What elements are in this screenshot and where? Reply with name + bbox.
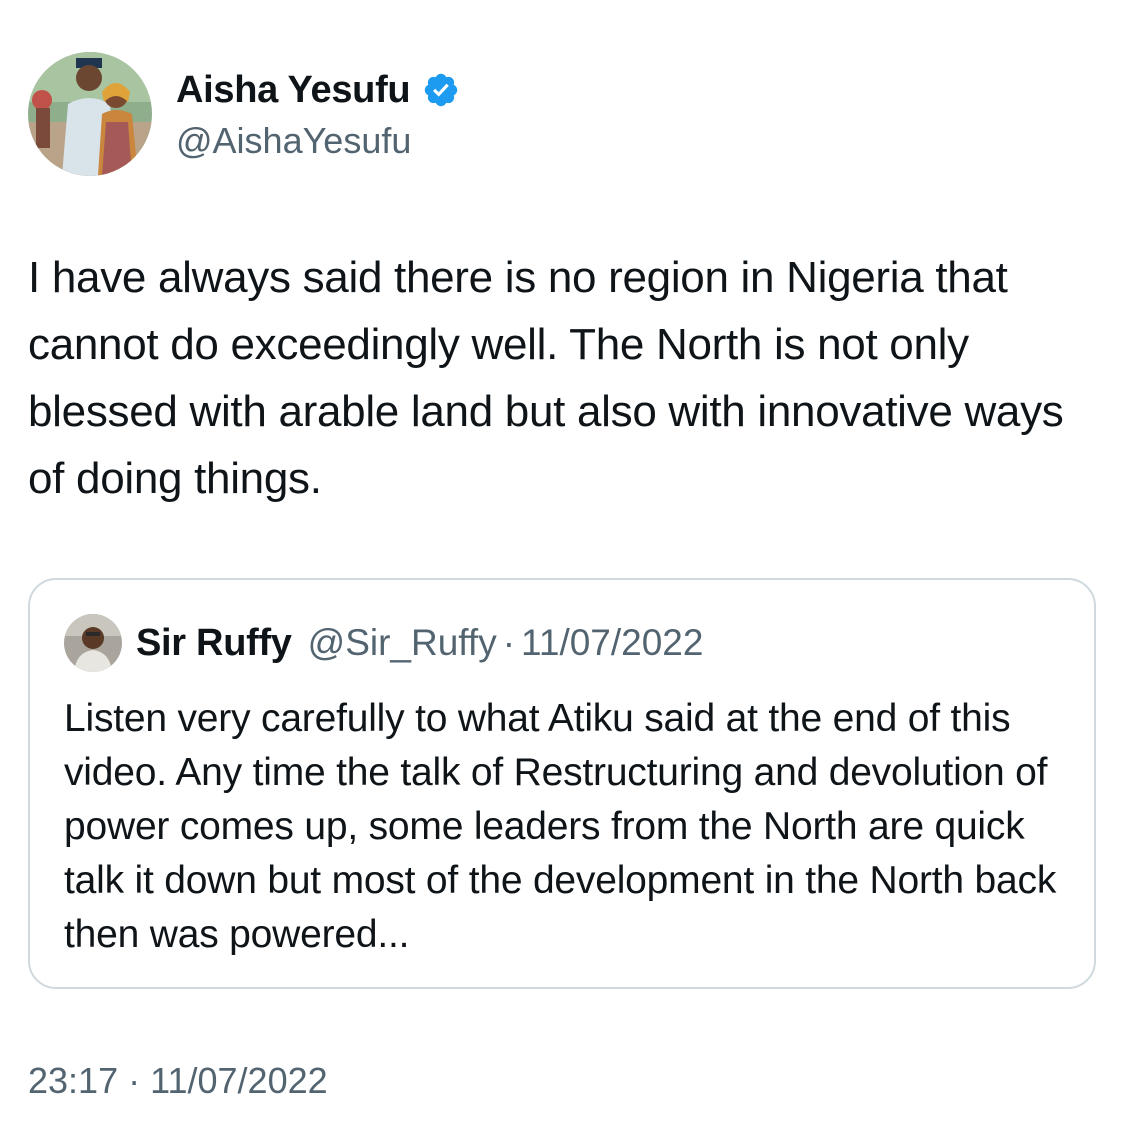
quoted-tweet-text: Listen very carefully to what Atiku said… bbox=[64, 697, 1057, 956]
author-display-name[interactable]: Aisha Yesufu bbox=[176, 69, 411, 112]
quoted-author-avatar[interactable] bbox=[64, 614, 122, 672]
tweet-timestamp: 23:17 · 11/07/2022 bbox=[28, 1060, 328, 1102]
tweet-date[interactable]: 11/07/2022 bbox=[150, 1060, 328, 1101]
timestamp-separator: · bbox=[128, 1060, 141, 1101]
quoted-tweet-date[interactable]: 11/07/2022 bbox=[521, 622, 703, 664]
avatar-image bbox=[28, 52, 152, 176]
quoted-separator: · bbox=[502, 622, 516, 663]
quoted-tweet-card[interactable]: Sir Ruffy @Sir_Ruffy · 11/07/2022 Listen… bbox=[28, 578, 1096, 989]
author-name-row: Aisha Yesufu bbox=[176, 66, 460, 114]
author-handle[interactable]: @AishaYesufu bbox=[176, 120, 460, 162]
quoted-avatar-image bbox=[64, 614, 122, 672]
quoted-tweet-header: Sir Ruffy @Sir_Ruffy · 11/07/2022 bbox=[64, 614, 703, 672]
quoted-author-display-name[interactable]: Sir Ruffy bbox=[136, 622, 292, 665]
tweet-time[interactable]: 23:17 bbox=[28, 1060, 118, 1101]
author-info: Aisha Yesufu @AishaYesufu bbox=[176, 66, 460, 162]
tweet-text: I have always said there is no region in… bbox=[28, 253, 1076, 503]
author-avatar[interactable] bbox=[28, 52, 152, 176]
verified-badge-icon[interactable] bbox=[422, 71, 460, 109]
quoted-author-handle[interactable]: @Sir_Ruffy bbox=[308, 622, 497, 664]
tweet: Aisha Yesufu @AishaYesufu I have always … bbox=[0, 0, 1125, 1135]
